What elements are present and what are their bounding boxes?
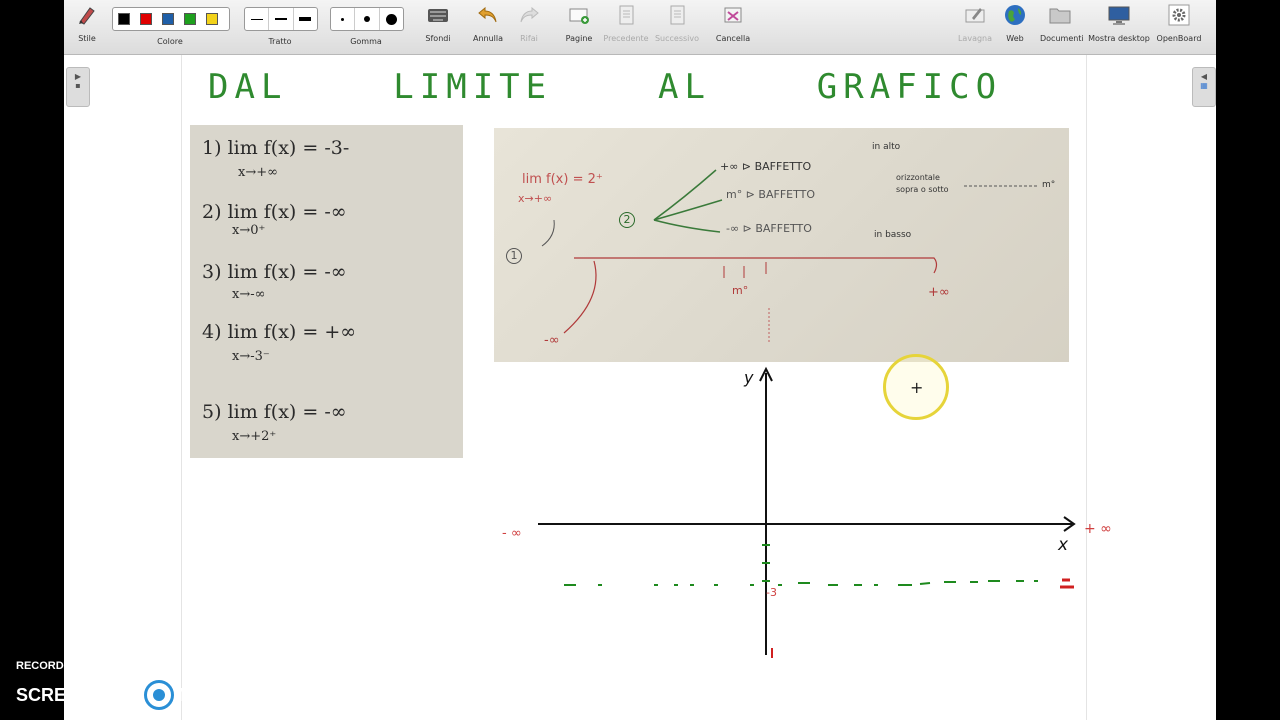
annulla-button[interactable]: Annulla [470,4,506,43]
photo-minus-inf: -∞ [544,333,560,348]
screencast-logo-icon [144,680,175,710]
keyboard-icon [428,9,448,22]
precedente-button[interactable]: Precedente [602,4,650,43]
note-sopra-sotto: sopra o sotto [896,185,949,194]
eraser-large[interactable] [380,8,403,30]
watermark-recorded-with: RECORDED WITH [16,660,111,672]
circle-2: 2 [619,212,635,228]
x-axis-label: x [1058,535,1069,555]
documenti-button[interactable]: Documenti [1040,4,1084,43]
main-limit: lim f(x) = 2⁺ [522,172,603,187]
circle-1: 1 [506,248,522,264]
minus-three-label: -3 [766,586,777,599]
stroke-thin[interactable] [245,8,270,30]
openboard-button[interactable]: OpenBoard [1156,4,1202,43]
limit-5-sub: x→+2⁺ [232,429,277,444]
globe-icon [1005,5,1025,25]
page-right-border [1086,55,1087,720]
stroke-thick[interactable] [294,8,317,30]
note-in-basso: in basso [874,230,912,240]
whiteboard-canvas[interactable]: ▶ ▪ ◀ ▦ DAL LIMITE AL GRAFICO 1) lim f(x… [64,55,1216,720]
rifai-button[interactable]: Rifai [514,4,544,43]
mostra-desktop-button[interactable]: Mostra desktop [1088,4,1150,43]
colore-label: Colore [157,37,183,46]
right-panel-toggle[interactable]: ◀ ▦ [1192,67,1216,107]
photo-plus-inf: +∞ [928,285,950,300]
limit-3-sub: x→-∞ [232,287,266,302]
branch-m: m° ⊳ BAFFETTO [726,188,816,201]
gear-icon [1168,4,1190,26]
toolbar: Stile Colore Tratto Gomma Sfondi Annulla… [64,0,1216,55]
lavagna-button[interactable]: Lavagna [956,4,994,43]
red-mark [1060,578,1074,589]
branch-plus: +∞ ⊳ BAFFETTO [720,160,812,173]
desktop-monitor-icon [1108,6,1130,25]
eraser-small[interactable] [331,8,356,30]
color-blue[interactable] [162,13,174,25]
eraser-picker[interactable] [330,7,404,31]
page-left-border [181,55,182,720]
pen-style-icon [79,7,95,25]
stile-tool[interactable]: Stile [72,4,102,43]
stroke-picker[interactable] [244,7,318,31]
add-page-icon [569,8,589,24]
limit-4: 4) lim f(x) = +∞ [202,321,357,343]
limit-1-sub: x→+∞ [238,165,278,180]
web-button[interactable]: Web [1000,4,1030,43]
limits-photo[interactable]: 1) lim f(x) = -3- x→+∞ 2) lim f(x) = -∞ … [190,125,463,458]
screencast-watermark: RECORDED WITH SCREENCAST MATIC [16,660,234,710]
limit-3: 3) lim f(x) = -∞ [202,261,347,283]
note-in-alto: in alto [872,142,901,152]
previous-page-icon [619,5,634,25]
panel-handle-icon: ▪ [75,81,81,90]
eraser-medium[interactable] [355,8,380,30]
successivo-button[interactable]: Successivo [654,4,700,43]
color-red[interactable] [140,13,152,25]
y-axis-label: y [744,368,754,387]
tratto-label: Tratto [268,37,292,46]
cancella-button[interactable]: Cancella [714,4,752,43]
photo-m-center: m° [732,284,749,297]
asymptote-dashes [564,580,1038,586]
plus-infinity-label: + ∞ [1084,521,1112,537]
y-ticks [762,544,770,582]
branch-minus: -∞ ⊳ BAFFETTO [726,222,812,235]
next-page-icon [670,5,685,25]
y-axis-arrow [759,366,773,382]
left-panel-toggle[interactable]: ▶ ▪ [66,67,90,107]
limit-4-sub: x→-3⁻ [232,349,270,364]
watermark-brand-right: MATIC [178,684,234,705]
x-axis-arrow [1063,516,1076,532]
gomma-label: Gomma [350,37,382,46]
color-picker[interactable] [112,7,230,31]
color-black[interactable] [118,13,130,25]
limit-5: 5) lim f(x) = -∞ [202,401,347,423]
pagine-button[interactable]: Pagine [562,4,596,43]
color-green[interactable] [184,13,196,25]
sfondi-button[interactable]: Sfondi [420,4,456,43]
library-icon: ▦ [1200,81,1208,90]
folder-icon [1049,8,1071,24]
note-m-right: m° [1042,180,1056,190]
watermark-brand: SCREENCAST MATIC [16,680,234,710]
main-limit-sub: x→+∞ [518,192,553,205]
note-orizzontale: orizzontale [896,173,940,182]
watermark-brand-left: SCREENCAST [16,684,141,705]
triangle-right-icon: ▶ [74,72,82,81]
clear-page-icon [724,7,742,23]
board-title: DAL LIMITE AL GRAFICO [208,67,1003,107]
baffetto-photo[interactable]: lim f(x) = 2⁺ x→+∞ +∞ ⊳ BAFFETTO m° ⊳ BA… [494,128,1069,362]
board-icon [965,8,985,23]
limit-2: 2) lim f(x) = -∞ [202,201,347,223]
redo-icon [520,6,539,23]
undo-icon [478,6,497,23]
limit-1: 1) lim f(x) = -3- [202,137,350,159]
minus-infinity-label: - ∞ [502,526,522,541]
limit-2-sub: x→0⁺ [232,223,266,238]
color-yellow[interactable] [206,13,218,25]
stroke-medium[interactable] [269,8,294,30]
triangle-left-icon: ◀ [1200,72,1208,81]
crosshair-cursor-icon: + [910,378,924,397]
